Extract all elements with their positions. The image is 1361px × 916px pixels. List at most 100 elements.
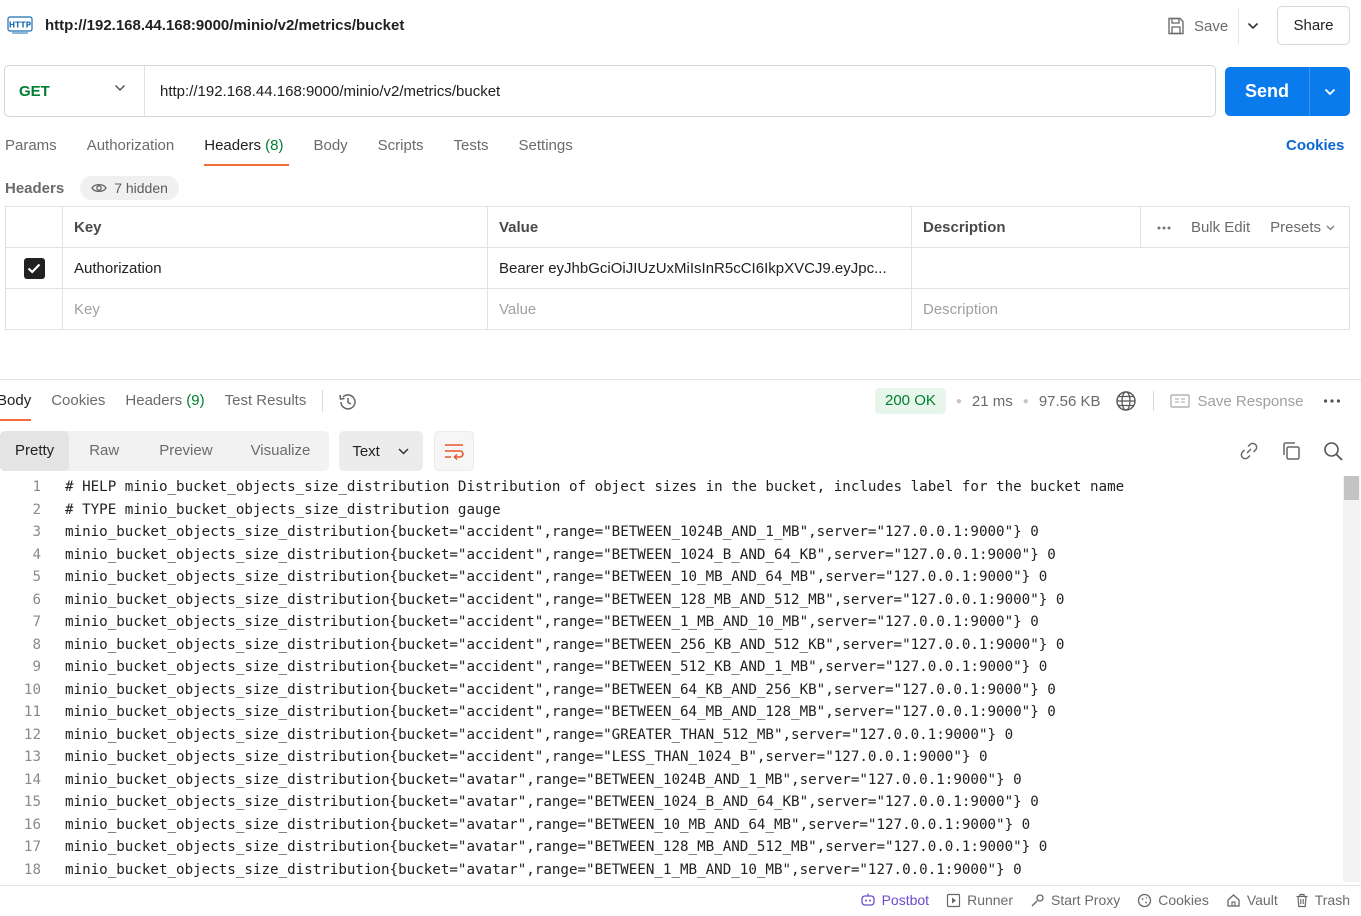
headers-subheader: Headers 7 hidden (5, 176, 179, 200)
trash-button[interactable]: Trash (1295, 892, 1350, 908)
column-description: Description (911, 207, 1140, 247)
vault-icon (1227, 893, 1240, 907)
save-response-button[interactable]: Save Response (1169, 393, 1303, 410)
runner-button[interactable]: Runner (946, 892, 1013, 908)
postbot-icon (860, 893, 875, 906)
presets-dropdown[interactable]: Presets (1270, 219, 1335, 236)
chevron-down-icon (1247, 22, 1258, 30)
new-key-input[interactable]: Key (62, 289, 487, 330)
tab-params[interactable]: Params (5, 134, 57, 166)
save-icon (1166, 16, 1186, 36)
headers-table: Key Value Description Bulk Edit Presets … (5, 206, 1350, 330)
vertical-scrollbar[interactable] (1343, 476, 1360, 882)
more-options-icon[interactable] (1157, 226, 1171, 230)
tab-tests[interactable]: Tests (454, 134, 489, 166)
format-label: Text (352, 442, 380, 460)
header-enabled-checkbox[interactable] (23, 257, 45, 279)
response-view-toolbar: Pretty Raw Preview Visualize Text (0, 431, 475, 471)
response-time[interactable]: 21 ms (972, 393, 1013, 410)
tab-scripts[interactable]: Scripts (378, 134, 424, 166)
view-pretty[interactable]: Pretty (0, 431, 70, 471)
view-preview[interactable]: Preview (139, 431, 232, 471)
eye-icon (91, 182, 107, 194)
http-icon: HTTP (7, 12, 33, 38)
send-label: Send (1244, 81, 1289, 101)
format-dropdown[interactable]: Text (339, 431, 424, 471)
request-title[interactable]: http://192.168.44.168:9000/minio/v2/metr… (45, 17, 404, 34)
header-value-cell[interactable]: Bearer eyJhbGciOiJIUzUxMiIsInR5cCI6IkpXV… (487, 248, 911, 288)
headers-count: (8) (265, 137, 284, 154)
new-description-input[interactable]: Description (911, 289, 1349, 330)
column-value: Value (487, 207, 911, 247)
chevron-down-icon (114, 84, 126, 92)
new-value-input[interactable]: Value (487, 289, 911, 330)
view-visualize[interactable]: Visualize (233, 431, 330, 471)
vault-button[interactable]: Vault (1226, 892, 1278, 908)
tab-authorization[interactable]: Authorization (87, 134, 175, 166)
wrap-lines-button[interactable] (434, 431, 475, 471)
method-select[interactable]: GET (5, 66, 145, 116)
trash-icon (1296, 893, 1308, 907)
status-bar: Postbot Runner Start Proxy Cookies Vault… (0, 885, 1361, 916)
column-key: Key (62, 207, 487, 247)
header-key-cell[interactable]: Authorization (62, 248, 487, 288)
save-response-icon (1169, 393, 1190, 409)
tab-response-body[interactable]: Body (0, 389, 32, 421)
svg-text:HTTP: HTTP (9, 21, 32, 30)
response-tabs: Body Cookies Headers (9) Test Results (0, 389, 359, 421)
tab-response-headers[interactable]: Headers (9) (125, 389, 204, 421)
proxy-icon (1031, 893, 1044, 906)
headers-section-label: Headers (5, 179, 65, 197)
history-icon[interactable] (337, 391, 359, 413)
tab-test-results[interactable]: Test Results (225, 389, 307, 421)
globe-icon[interactable] (1115, 390, 1137, 412)
tab-settings[interactable]: Settings (519, 134, 573, 166)
method-label: GET (19, 82, 50, 100)
response-headers-count: (9) (186, 392, 205, 409)
pane-divider[interactable] (0, 379, 1361, 380)
chevron-down-icon (398, 447, 409, 455)
cookies-link[interactable]: Cookies (1286, 137, 1344, 154)
table-actions: Bulk Edit Presets (1157, 207, 1349, 248)
save-options-button[interactable] (1238, 8, 1266, 44)
checkmark-icon (27, 263, 41, 274)
more-options-icon[interactable] (1323, 399, 1341, 403)
table-row-new: Key Value Description (6, 289, 1349, 330)
response-size[interactable]: 97.56 KB (1039, 393, 1101, 410)
table-header-row: Key Value Description Bulk Edit Presets (6, 207, 1349, 248)
view-raw[interactable]: Raw (69, 431, 139, 471)
scrollbar-thumb[interactable] (1344, 476, 1359, 500)
search-icon[interactable] (1322, 440, 1344, 462)
title-bar: HTTP http://192.168.44.168:9000/minio/v2… (0, 0, 1361, 52)
start-proxy-button[interactable]: Start Proxy (1030, 892, 1120, 908)
save-button[interactable]: Save (1158, 8, 1236, 44)
response-meta: 200 OK ● 21 ms ● 97.56 KB Save Response (875, 388, 1341, 414)
status-badge[interactable]: 200 OK (875, 388, 946, 414)
chevron-down-icon (1326, 225, 1335, 230)
url-input[interactable] (145, 66, 1215, 116)
send-button[interactable]: Send (1225, 67, 1350, 116)
wrap-lines-icon (445, 444, 465, 460)
tab-body[interactable]: Body (313, 134, 347, 166)
save-label: Save (1194, 17, 1229, 35)
runner-icon (946, 893, 961, 907)
response-actions (1238, 440, 1344, 462)
tab-response-cookies[interactable]: Cookies (51, 389, 105, 421)
request-tabs: Params Authorization Headers (8) Body Sc… (5, 134, 603, 166)
table-row: Authorization Bearer eyJhbGciOiJIUzUxMiI… (6, 248, 1349, 289)
share-button[interactable]: Share (1277, 6, 1350, 45)
send-options-button[interactable] (1310, 88, 1350, 96)
view-mode-segmented: Pretty Raw Preview Visualize (0, 431, 330, 471)
bulk-edit-button[interactable]: Bulk Edit (1191, 219, 1250, 236)
cookie-icon (1138, 893, 1152, 907)
hidden-headers-toggle[interactable]: 7 hidden (80, 176, 179, 200)
response-body-viewer[interactable]: 1 # HELP minio_bucket_objects_size_distri… (0, 476, 1342, 882)
url-bar: GET (4, 65, 1216, 117)
chevron-down-icon (1324, 88, 1336, 95)
copy-icon[interactable] (1280, 440, 1302, 462)
cookies-button[interactable]: Cookies (1137, 892, 1209, 908)
link-icon[interactable] (1238, 440, 1260, 462)
postbot-button[interactable]: Postbot (860, 892, 929, 908)
tab-headers[interactable]: Headers (8) (204, 134, 290, 166)
header-description-cell[interactable] (911, 248, 1349, 288)
